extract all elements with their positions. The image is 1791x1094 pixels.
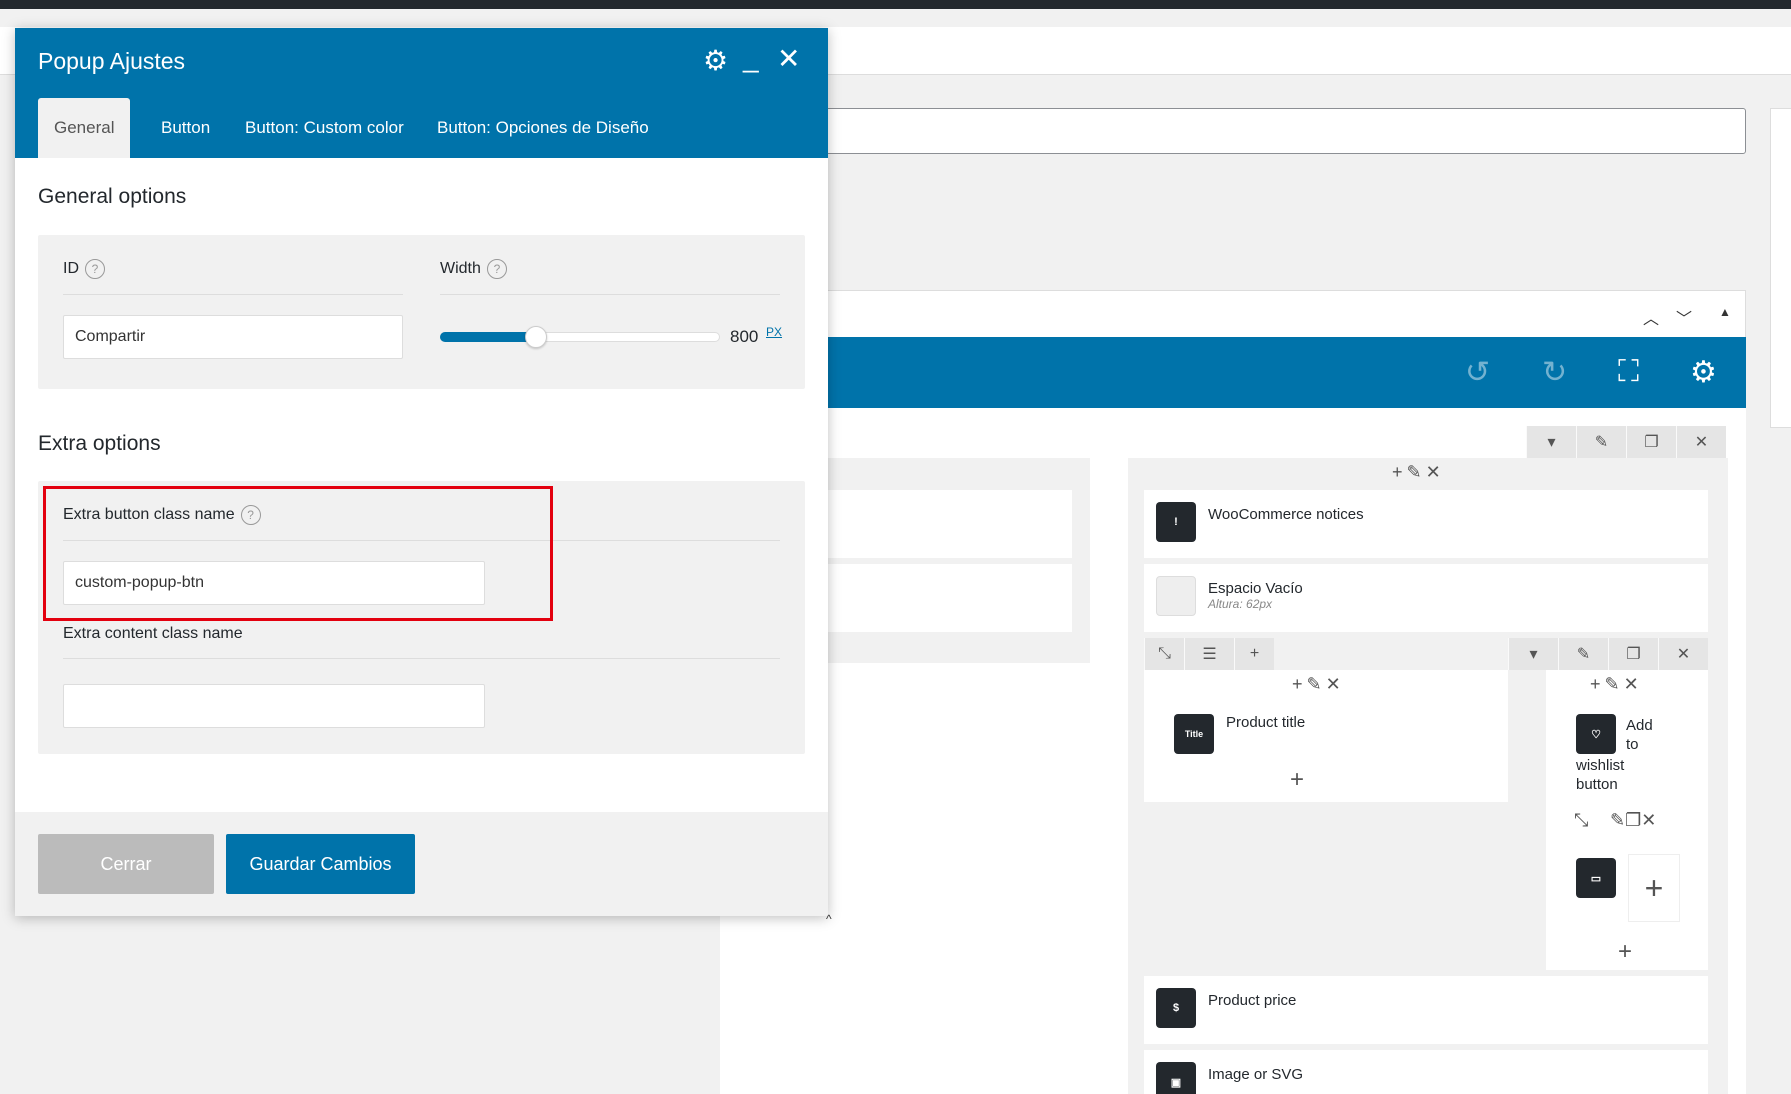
popup-title: Popup Ajustes <box>38 48 186 74</box>
inner-column-2: +✎✕ ♡ Add to wishlist button ⤡ ✎❐✕ ▭ + + <box>1546 670 1708 970</box>
add-element-icon[interactable]: + <box>1618 938 1632 966</box>
chevron-up-icon[interactable]: ︿ <box>1643 305 1659 329</box>
product-price-icon: $ <box>1156 988 1196 1028</box>
dropdown-icon[interactable]: ▾ <box>1508 638 1558 670</box>
redo-icon[interactable]: ↻ <box>1542 355 1567 390</box>
extra-content-class-input[interactable] <box>63 684 485 728</box>
element-image-svg[interactable]: ▣ Image or SVG <box>1144 1050 1708 1094</box>
close-icon[interactable]: ✕ <box>777 42 800 75</box>
width-slider-fill <box>440 332 535 342</box>
popup-settings-dialog: Popup Ajustes ⚙ _ ✕ General Button Butto… <box>15 28 828 916</box>
element-product-title[interactable]: Title Product title <box>1174 714 1305 754</box>
general-options-title: General options <box>38 185 187 208</box>
section-controls: ▾ ✎ ❐ ✕ <box>1526 426 1726 458</box>
product-title-icon: Title <box>1174 714 1214 754</box>
builder-metabox-header: ︿ ﹀ ▲ <box>720 290 1746 338</box>
highlight-box <box>43 486 553 621</box>
element-subtitle: Altura: 62px <box>1208 597 1273 611</box>
popup-footer: Cerrar Guardar Cambios <box>15 812 828 916</box>
width-unit[interactable]: PX <box>766 325 782 339</box>
spacer-icon <box>1156 576 1196 616</box>
divider <box>63 294 403 295</box>
width-slider-handle[interactable] <box>524 326 547 348</box>
element-title: Image or SVG <box>1208 1066 1304 1083</box>
add-element-button[interactable]: + <box>1628 854 1680 922</box>
builder-settings-gear-icon[interactable]: ⚙ <box>1690 355 1717 390</box>
edit-pencil-icon[interactable]: ✎ <box>1576 426 1626 458</box>
edit-pencil-icon[interactable]: ✎ <box>1558 638 1608 670</box>
post-title-input[interactable] <box>720 108 1746 154</box>
tab-button-design-options[interactable]: Button: Opciones de Diseño <box>421 98 665 158</box>
chevron-down-icon[interactable]: ﹀ <box>1676 305 1692 329</box>
add-edit-delete-controls[interactable]: +✎✕ <box>1590 674 1643 695</box>
dropdown-icon[interactable]: ▾ <box>1526 426 1576 458</box>
duplicate-icon[interactable]: ❐ <box>1608 638 1658 670</box>
popup-header: Popup Ajustes ⚙ _ ✕ General Button Butto… <box>15 28 828 158</box>
wishlist-label-bottom: wishlist button <box>1576 757 1625 793</box>
add-edit-delete-controls[interactable]: +✎✕ <box>1292 674 1345 695</box>
width-label: Width ? <box>440 259 507 279</box>
element-title: Espacio Vacío <box>1208 580 1303 597</box>
element-title: Product price <box>1208 992 1297 1009</box>
width-value: 800 <box>730 327 759 346</box>
wishlist-label-top: Add to <box>1626 717 1653 753</box>
element-title: WooCommerce notices <box>1208 506 1364 523</box>
inner-column-1: +✎✕ Title Product title + <box>1144 670 1508 802</box>
inner-row-controls-right: ▾ ✎ ❐ ✕ <box>1508 638 1708 670</box>
tab-button[interactable]: Button <box>145 98 226 158</box>
resize-caret-icon: ^ <box>826 912 832 926</box>
id-label: ID ? <box>63 259 105 279</box>
delete-icon[interactable]: ✕ <box>1658 638 1708 670</box>
add-icon[interactable]: + <box>1234 638 1274 670</box>
width-slider-track[interactable] <box>440 326 720 348</box>
help-icon[interactable]: ? <box>85 259 105 279</box>
close-button[interactable]: Cerrar <box>38 834 214 894</box>
save-button[interactable]: Guardar Cambios <box>226 834 415 894</box>
tab-general[interactable]: General <box>38 98 131 158</box>
divider <box>63 658 780 659</box>
builder-right-column: +✎✕ ! WooCommerce notices Espacio Vacío … <box>1128 458 1728 1094</box>
undo-icon[interactable]: ↺ <box>1465 355 1490 390</box>
admin-top-bar <box>0 0 1791 9</box>
id-input[interactable] <box>63 315 403 359</box>
element-title: Product title <box>1226 714 1306 731</box>
duplicate-icon[interactable]: ❐ <box>1626 426 1676 458</box>
popup-element-icon: ▭ <box>1576 858 1616 898</box>
divider <box>440 294 780 295</box>
editor-sidebar-box <box>1770 108 1791 428</box>
tab-button-custom-color[interactable]: Button: Custom color <box>229 98 420 158</box>
inner-row-controls-left: ⤡ ☰ + <box>1144 638 1274 670</box>
help-icon[interactable]: ? <box>486 259 507 279</box>
woocommerce-notice-icon: ! <box>1156 502 1196 542</box>
element-product-price[interactable]: $ Product price <box>1144 976 1708 1044</box>
delete-icon[interactable]: ✕ <box>1676 426 1726 458</box>
fullscreen-icon[interactable]: ⛶ <box>1618 355 1639 389</box>
element-espacio-vacio[interactable]: Espacio Vacío Altura: 62px <box>1144 564 1708 632</box>
builder-toolbar: ↺ ↻ ⛶ ⚙ <box>720 337 1746 408</box>
expand-icon[interactable]: ⤡ <box>1574 810 1588 831</box>
gear-icon[interactable]: ⚙ <box>703 44 728 77</box>
extra-options-title: Extra options <box>38 432 161 455</box>
element-woocommerce-notices[interactable]: ! WooCommerce notices <box>1144 490 1708 558</box>
layout-icon[interactable]: ☰ <box>1184 638 1234 670</box>
image-icon: ▣ <box>1156 1062 1196 1094</box>
edit-duplicate-delete-controls[interactable]: ✎❐✕ <box>1610 810 1656 831</box>
collapse-triangle-icon[interactable]: ▲ <box>1719 305 1731 319</box>
expand-icon[interactable]: ⤡ <box>1144 638 1184 670</box>
general-options-panel: ID ? Width ? 800 PX <box>38 235 805 389</box>
add-edit-delete-controls[interactable]: +✎✕ <box>1392 462 1445 483</box>
add-element-icon[interactable]: + <box>1290 766 1304 794</box>
extra-content-class-label: Extra content class name <box>63 625 243 642</box>
wishlist-heart-icon: ♡ <box>1576 714 1616 754</box>
minimize-icon[interactable]: _ <box>743 42 759 74</box>
